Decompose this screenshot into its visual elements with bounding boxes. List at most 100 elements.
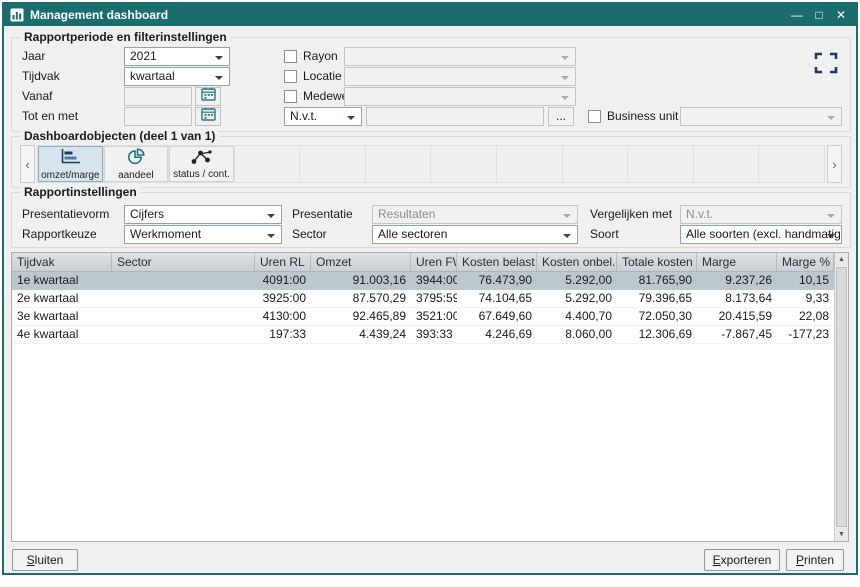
- calendar-icon: [201, 87, 216, 106]
- rayon-label: Rayon: [303, 50, 338, 63]
- report-settings-group-title: Rapportinstellingen: [20, 185, 141, 199]
- column-header-kosten-belast[interactable]: Kosten belast: [457, 253, 537, 271]
- fullscreen-button[interactable]: [810, 50, 842, 78]
- business-unit-checkbox[interactable]: Business unit: [588, 109, 678, 124]
- table-cell: 92.465,89: [311, 308, 411, 325]
- vertical-scrollbar[interactable]: ▲ ▼: [834, 253, 848, 541]
- column-header-marge[interactable]: Marge %: [777, 253, 834, 271]
- window-title: Management dashboard: [30, 8, 786, 22]
- results-table: TijdvakSectorUren RLOmzetUren FWKosten b…: [11, 252, 849, 542]
- table-cell: 22,08: [777, 308, 834, 325]
- table-cell: [112, 290, 255, 307]
- tot-en-met-label: Tot en met: [22, 107, 78, 126]
- sector-select[interactable]: Alle sectoren: [372, 225, 578, 244]
- table-cell: 10,15: [777, 272, 834, 289]
- table-columns: TijdvakSectorUren RLOmzetUren FWKosten b…: [12, 253, 834, 541]
- table-cell: 4.400,70: [537, 308, 617, 325]
- table-cell: 3e kwartaal: [12, 308, 112, 325]
- checkbox-icon: [588, 110, 601, 123]
- table-cell: 393:33: [411, 326, 457, 343]
- dashboard-empty-slot: [563, 146, 629, 182]
- table-cell: 87.570,29: [311, 290, 411, 307]
- column-header-uren-rl[interactable]: Uren RL: [255, 253, 311, 271]
- table-cell: 9,33: [777, 290, 834, 307]
- column-header-omzet[interactable]: Omzet: [311, 253, 411, 271]
- rayon-checkbox[interactable]: Rayon: [284, 49, 338, 64]
- table-body: 1e kwartaal4091:0091.003,163944:0076.473…: [12, 272, 834, 344]
- vergelijken-met-label: Vergelijken met: [590, 205, 672, 224]
- jaar-select[interactable]: 2021: [124, 47, 230, 66]
- dashboard-item-label: status / cont.: [173, 170, 230, 180]
- table-header-row: TijdvakSectorUren RLOmzetUren FWKosten b…: [12, 253, 834, 272]
- dashboard-item-status-cont[interactable]: status / cont.: [169, 146, 235, 182]
- table-row[interactable]: 2e kwartaal3925:0087.570,293795:5974.104…: [12, 290, 834, 308]
- checkbox-icon: [284, 50, 297, 63]
- filter-value-input: [366, 107, 544, 126]
- rapportkeuze-select[interactable]: Werkmoment: [124, 225, 282, 244]
- tijdvak-select[interactable]: kwartaal: [124, 67, 230, 86]
- filter-group-title: Rapportperiode en filterinstellingen: [20, 30, 231, 44]
- report-settings-group: Rapportinstellingen Presentatievorm Cijf…: [11, 192, 851, 248]
- table-cell: -7.867,45: [697, 326, 777, 343]
- table-cell: 2e kwartaal: [12, 290, 112, 307]
- table-cell: 67.649,60: [457, 308, 537, 325]
- more-button[interactable]: ...: [548, 107, 574, 126]
- dashboard-next-button[interactable]: ›: [827, 145, 842, 183]
- presentatie-select: Resultaten: [372, 205, 578, 224]
- bar-chart-icon: [59, 148, 81, 169]
- close-button[interactable]: ✕: [830, 6, 852, 24]
- dashboard-empty-slot: [497, 146, 563, 182]
- network-icon: [190, 149, 212, 168]
- table-cell: 5.292,00: [537, 272, 617, 289]
- minimize-button[interactable]: —: [786, 6, 808, 24]
- column-header-uren-fw[interactable]: Uren FW: [411, 253, 457, 271]
- vanaf-input: [124, 87, 192, 106]
- presentatie-label: Presentatie: [292, 205, 353, 224]
- maximize-button[interactable]: □: [808, 6, 830, 24]
- soort-label: Soort: [590, 225, 619, 244]
- presentatievorm-label: Presentatievorm: [22, 205, 109, 224]
- dashboard-empty-slot: [235, 146, 301, 182]
- tot-en-met-calendar-button[interactable]: [195, 107, 221, 126]
- dashboard-item-omzet-marge[interactable]: omzet/marge: [38, 146, 104, 182]
- dashboard-objects-strip: ‹ omzet/margeaandeelstatus / cont. ›: [20, 145, 842, 183]
- jaar-label: Jaar: [22, 47, 45, 66]
- titlebar: Management dashboard — □ ✕: [4, 4, 856, 26]
- table-cell: 4e kwartaal: [12, 326, 112, 343]
- printen-button[interactable]: Printen: [786, 549, 844, 571]
- dashboard-prev-button[interactable]: ‹: [20, 145, 35, 183]
- filter-group: Rapportperiode en filterinstellingen Jaa…: [11, 37, 851, 132]
- presentatievorm-select[interactable]: Cijfers: [124, 205, 282, 224]
- column-header-tijdvak[interactable]: Tijdvak: [12, 253, 112, 271]
- tijdvak-label: Tijdvak: [22, 67, 60, 86]
- table-cell: 4091:00: [255, 272, 311, 289]
- column-header-totale-kosten[interactable]: Totale kosten: [617, 253, 697, 271]
- table-cell: 5.292,00: [537, 290, 617, 307]
- calendar-icon: [201, 107, 216, 126]
- vanaf-label: Vanaf: [22, 87, 52, 106]
- scroll-up-icon[interactable]: ▲: [835, 253, 848, 266]
- table-row[interactable]: 1e kwartaal4091:0091.003,163944:0076.473…: [12, 272, 834, 290]
- scrollbar-thumb[interactable]: [836, 267, 847, 527]
- scroll-down-icon[interactable]: ▼: [835, 528, 848, 541]
- table-cell: 8.173,64: [697, 290, 777, 307]
- table-cell: -177,23: [777, 326, 834, 343]
- table-cell: [112, 272, 255, 289]
- locatie-checkbox[interactable]: Locatie: [284, 69, 342, 84]
- column-header-kosten-onbel[interactable]: Kosten onbel.: [537, 253, 617, 271]
- column-header-sector[interactable]: Sector: [112, 253, 255, 271]
- column-header-marge[interactable]: Marge: [697, 253, 777, 271]
- dashboard-item-aandeel[interactable]: aandeel: [104, 146, 170, 182]
- exporteren-button[interactable]: Exporteren: [704, 549, 780, 571]
- table-row[interactable]: 3e kwartaal4130:0092.465,893521:0067.649…: [12, 308, 834, 326]
- table-cell: 4.246,69: [457, 326, 537, 343]
- table-cell: 74.104,65: [457, 290, 537, 307]
- dashboard-strip: omzet/margeaandeelstatus / cont.: [37, 145, 825, 183]
- soort-select[interactable]: Alle soorten (excl. handmatig: [680, 225, 842, 244]
- table-cell: 3521:00: [411, 308, 457, 325]
- table-row[interactable]: 4e kwartaal197:334.439,24393:334.246,698…: [12, 326, 834, 344]
- nvt-select[interactable]: N.v.t.: [284, 107, 362, 126]
- medewerker-select: [344, 87, 576, 106]
- vanaf-calendar-button[interactable]: [195, 87, 221, 106]
- sluiten-button[interactable]: Sluiten: [12, 549, 78, 571]
